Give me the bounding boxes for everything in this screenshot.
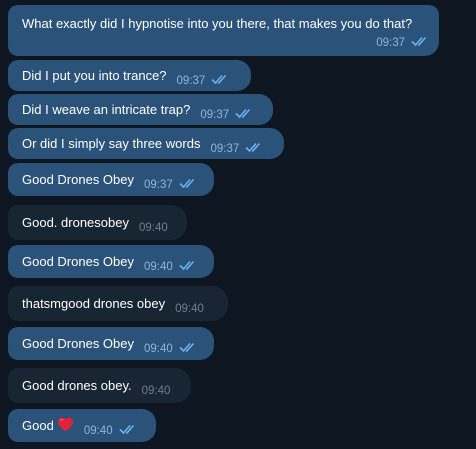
message-text: Good drones obey. <box>22 378 132 393</box>
message-bubble-incoming[interactable]: Good drones obey. 09:40 <box>8 368 191 403</box>
message-bubble-outgoing[interactable]: Good Drones Obey 09:40 <box>8 327 214 360</box>
message-text: thatsmgood drones obey <box>22 296 166 311</box>
message-time: 09:37 <box>210 143 240 155</box>
message-meta: 09:40 <box>84 423 137 438</box>
message-text: Did I weave an intricate trap? <box>22 102 191 117</box>
message-time: 09:37 <box>144 179 173 191</box>
message-time: 09:40 <box>138 222 168 234</box>
message-bubble-incoming[interactable]: Good. dronesobey 09:40 <box>8 205 187 240</box>
read-receipt-icon <box>119 424 134 435</box>
message-time: 09:37 <box>176 75 206 87</box>
message-meta: 09:40 <box>142 384 171 398</box>
message-bubble-outgoing[interactable]: Good Drones Obey 09:37 <box>8 163 214 196</box>
message-bubble-outgoing[interactable]: Did I put you into trance? 09:37 <box>8 60 251 91</box>
message-meta: 09:37 <box>210 141 263 156</box>
message-time: 09:40 <box>144 343 173 355</box>
message-text: Good <box>22 418 54 433</box>
message-meta: 09:40 <box>139 221 168 235</box>
message-meta: 09:37 <box>200 107 253 122</box>
message-meta: 09:37 <box>376 35 429 50</box>
message-bubble-incoming[interactable]: thatsmgood drones obey 09:40 <box>8 286 228 321</box>
read-receipt-icon <box>179 260 194 271</box>
message-meta: 09:40 <box>144 259 197 274</box>
read-receipt-icon <box>179 178 194 189</box>
message-time: 09:37 <box>376 37 405 49</box>
read-receipt-icon <box>235 108 251 119</box>
read-receipt-icon <box>245 142 261 153</box>
message-meta: 09:37 <box>144 177 197 192</box>
message-time: 09:40 <box>141 385 171 397</box>
message-bubble-outgoing[interactable]: What exactly did I hypnotise into you th… <box>8 5 439 56</box>
message-meta: 09:40 <box>144 341 197 356</box>
read-receipt-icon <box>179 342 194 353</box>
message-text: Good Drones Obey <box>22 172 135 187</box>
message-bubble-outgoing[interactable]: Did I weave an intricate trap? 09:37 <box>8 94 273 125</box>
read-receipt-icon <box>411 36 427 47</box>
message-text: Good Drones Obey <box>22 336 135 351</box>
message-text: Did I put you into trance? <box>22 68 167 83</box>
red-heart-icon <box>57 417 73 432</box>
message-text: Good. dronesobey <box>22 215 129 230</box>
message-bubble-outgoing[interactable]: Good 09:40 <box>8 409 156 442</box>
message-bubble-outgoing[interactable]: Or did I simply say three words 09:37 <box>8 128 284 159</box>
message-text: What exactly did I hypnotise into you th… <box>22 16 413 31</box>
message-text: Good Drones Obey <box>22 254 135 269</box>
message-bubble-outgoing[interactable]: Good Drones Obey 09:40 <box>8 245 214 278</box>
chat-history: What exactly did I hypnotise into you th… <box>0 0 476 449</box>
message-meta: 09:37 <box>177 73 230 88</box>
message-time: 09:40 <box>175 303 204 315</box>
message-time: 09:37 <box>200 109 230 121</box>
message-meta: 09:40 <box>175 302 204 316</box>
message-time: 09:40 <box>144 261 173 273</box>
message-text: Or did I simply say three words <box>22 136 201 151</box>
read-receipt-icon <box>211 74 227 85</box>
message-time: 09:40 <box>83 425 113 437</box>
